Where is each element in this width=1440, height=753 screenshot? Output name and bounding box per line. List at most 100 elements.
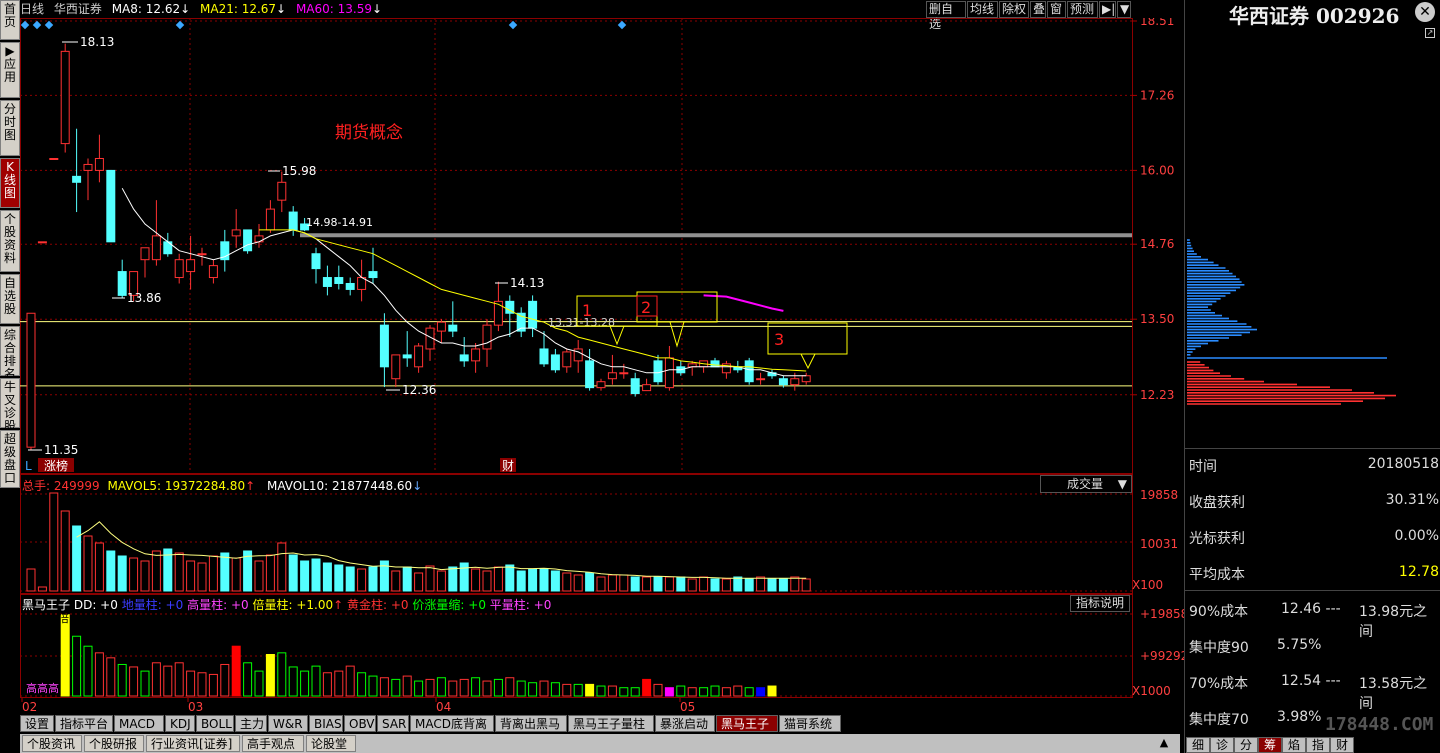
panel-tab-3[interactable]: 筹	[1258, 737, 1282, 753]
dd-value: DD: +0	[73, 598, 118, 612]
panel-tab-1[interactable]: 诊	[1210, 737, 1234, 753]
nav-item-1[interactable]: ▶应用	[0, 42, 20, 98]
tab-6[interactable]: W&R	[268, 715, 308, 732]
tab-15[interactable]: 猫哥系统	[779, 715, 841, 732]
indicator-bar	[322, 672, 332, 697]
indicator-bar	[664, 687, 674, 697]
indicator-bar	[448, 680, 458, 697]
tab-0[interactable]: 设置	[20, 715, 54, 732]
box-2-label: 2	[641, 298, 651, 317]
toolbar-button-5[interactable]: 预测	[1067, 1, 1098, 18]
indicator-bar	[573, 683, 583, 697]
volume-bar	[174, 552, 184, 592]
tab-12[interactable]: 黑马王子量柱	[568, 715, 654, 732]
indicator-bar	[550, 682, 560, 697]
candle-body	[334, 277, 344, 284]
panel-tab-4[interactable]: 焰	[1282, 737, 1306, 753]
volume-bar	[300, 560, 310, 592]
panel-tab-2[interactable]: 分	[1234, 737, 1258, 753]
toolbar-button-0[interactable]: 删自选	[926, 1, 966, 31]
info-tab-4[interactable]: 论股堂	[306, 735, 356, 752]
indicator-bar	[129, 666, 139, 697]
info-tab-3[interactable]: 高手观点	[242, 735, 304, 752]
price-tick-label: 12.23	[1140, 388, 1174, 402]
volume-bar	[94, 542, 104, 592]
tab-14[interactable]: 黑马王子	[716, 715, 778, 732]
close-icon[interactable]: ✕	[1415, 2, 1435, 22]
volume-bar	[277, 542, 287, 592]
tab-2[interactable]: MACD	[114, 715, 164, 732]
volume-bar	[744, 578, 754, 592]
tab-11[interactable]: 背离出黑马	[495, 715, 567, 732]
volume-bar	[699, 576, 709, 592]
peak3-label: 14.13	[510, 276, 544, 290]
nav-item-7[interactable]: 牛叉诊股	[0, 378, 20, 433]
candle-body	[471, 348, 481, 362]
toolbar-button-4[interactable]: 窗	[1047, 1, 1066, 18]
panel-tab-5[interactable]: 指	[1306, 737, 1330, 753]
tab-13[interactable]: 暴涨启动	[655, 715, 715, 732]
bei-label: 倍	[58, 611, 69, 625]
nav-item-5[interactable]: 自选股	[0, 274, 20, 324]
mavol5: MAVOL5: 19372284.80	[107, 479, 246, 493]
nav-item-2[interactable]: 分时图	[0, 100, 20, 156]
volume-bar	[801, 578, 811, 592]
indicator-bar	[436, 677, 446, 697]
indicator-bar	[254, 670, 264, 697]
indicator-bar	[471, 677, 481, 697]
toolbar-button-6[interactable]: ▶|	[1099, 1, 1116, 18]
candle-body	[596, 381, 606, 389]
tab-4[interactable]: BOLL	[196, 715, 234, 732]
volume-bar	[710, 578, 720, 592]
nav-item-3[interactable]: K线图	[0, 158, 20, 208]
tab-3[interactable]: KDJ	[165, 715, 195, 732]
nav-item-6[interactable]: 综合排名	[0, 326, 20, 381]
indicator-bar	[630, 687, 640, 697]
volume-bar	[687, 578, 697, 592]
volume-unit: X100	[1132, 578, 1163, 592]
panel-tab-6[interactable]: 财	[1330, 737, 1354, 753]
indicator-bar	[493, 678, 503, 697]
kline-chart[interactable]: 18.51 17.26 16.00 14.76 13.50 12.23 18.13 15.98…	[20, 18, 1184, 474]
indicator-bar	[619, 687, 629, 697]
indicator-bar	[756, 687, 766, 697]
tab-8[interactable]: OBV	[344, 715, 376, 732]
candle-body	[83, 163, 93, 171]
candle-body	[288, 211, 298, 231]
candle-body	[801, 375, 811, 383]
huangjin-value: 黄金柱: +0	[347, 598, 409, 612]
indicator-bar	[197, 672, 207, 697]
tab-7[interactable]: BIAS	[309, 715, 343, 732]
indicator-dropdown[interactable]: 成交量 ▼	[1040, 475, 1132, 493]
indicator-explain-button[interactable]: 指标说明	[1070, 595, 1130, 612]
toolbar-button-1[interactable]: 均线	[967, 1, 998, 18]
volume-bar	[607, 574, 617, 592]
volume-bar	[334, 564, 344, 592]
info-tab-2[interactable]: 行业资讯[证券]	[146, 735, 240, 752]
volume-bar	[414, 572, 424, 592]
candle-body	[37, 241, 47, 244]
panel-tab-0[interactable]: 细	[1186, 737, 1210, 753]
indicator-bar	[596, 685, 606, 697]
toolbar-button-3[interactable]: 叠	[1030, 1, 1046, 18]
volume-bar	[186, 560, 196, 592]
tab-5[interactable]: 主力	[235, 715, 267, 732]
toolbar-button-7[interactable]: ▼	[1117, 1, 1131, 18]
cost-key: 90%成本	[1189, 604, 1249, 620]
expand-up-icon[interactable]: ▲	[1156, 736, 1172, 750]
nav-item-8[interactable]: 超级盘口	[0, 430, 20, 488]
tab-10[interactable]: MACD底背离	[410, 715, 494, 732]
indicator-bar	[516, 680, 526, 697]
left-nav: 首页 ▶应用 分时图 K线图 个股资料 自选股 综合排名 牛叉诊股 超级盘口	[0, 0, 20, 540]
info-tab-0[interactable]: 个股资讯	[22, 735, 82, 752]
nav-item-0[interactable]: 首页	[0, 0, 20, 40]
info-tab-1[interactable]: 个股研报	[84, 735, 144, 752]
nav-item-4[interactable]: 个股资料	[0, 210, 20, 272]
cost-low: 12.46 ---	[1281, 601, 1341, 617]
candle-body	[744, 360, 754, 383]
tab-1[interactable]: 指标平台	[55, 715, 113, 732]
tab-9[interactable]: SAR	[377, 715, 409, 732]
volume-header: 总手: 249999 MAVOL5: 19372284.80↑ MAVOL10:…	[22, 477, 422, 494]
toolbar-button-2[interactable]: 除权	[999, 1, 1029, 18]
stat-row: 光标获利 0.00%	[1189, 528, 1439, 548]
